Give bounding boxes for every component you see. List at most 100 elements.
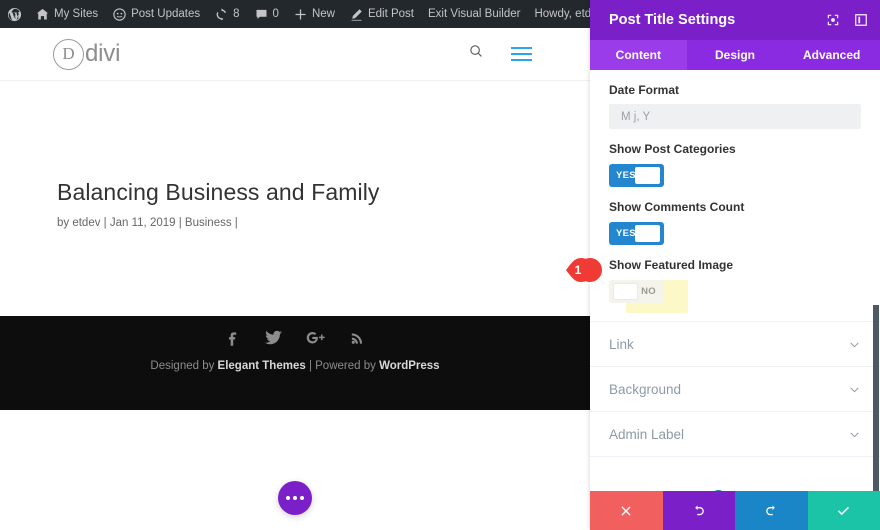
checkmark-icon	[838, 506, 850, 516]
focus-target-button[interactable]	[826, 13, 840, 27]
show-post-categories-toggle-value: YES	[616, 170, 636, 181]
my-sites-icon	[36, 8, 49, 19]
admin-bar-edit-post[interactable]: Edit Post	[342, 0, 421, 28]
post-meta-author[interactable]: etdev	[72, 217, 100, 229]
accordion-link[interactable]: Link	[590, 322, 880, 367]
panel-scrollbar[interactable]	[873, 305, 879, 491]
search-icon	[470, 45, 482, 57]
footer-credit-middle: | Powered by	[305, 360, 380, 372]
admin-bar-comments-count: 0	[272, 8, 279, 20]
post-meta-date: Jan 11, 2019	[109, 217, 176, 229]
show-post-categories-toggle[interactable]: YES	[609, 164, 664, 187]
wordpress-logo-icon	[7, 7, 22, 21]
accordion-background[interactable]: Background	[590, 367, 880, 412]
focus-target-icon	[827, 14, 839, 26]
footer-credit-prefix: Designed by	[150, 360, 218, 372]
post-meta-author-prefix: by	[57, 217, 73, 229]
twitter-icon	[264, 330, 283, 345]
panel-tabs: Content Design Advanced	[590, 40, 880, 70]
site-footer: Designed by Elegant Themes | Powered by …	[0, 316, 590, 410]
facebook-icon	[228, 332, 237, 346]
field-label-show-featured-image: Show Featured Image	[609, 258, 734, 272]
date-format-input[interactable]: M j, Y	[609, 104, 861, 129]
page-title: Balancing Business and Family	[57, 179, 380, 205]
panel-footer	[590, 491, 880, 530]
admin-bar-wordpress-logo[interactable]	[0, 0, 28, 28]
field-show-comments-count: Show Comments Count YES	[590, 187, 880, 245]
admin-bar-updates[interactable]: 8	[207, 0, 246, 28]
accordion-background-label: Background	[609, 381, 682, 397]
annotation-marker-number: 1	[574, 263, 582, 277]
header-actions	[468, 43, 532, 65]
chevron-down-icon	[848, 383, 861, 396]
admin-bar-updates-count: 8	[233, 8, 240, 20]
google-plus-link[interactable]	[305, 328, 327, 348]
field-label-show-comments-count: Show Comments Count	[609, 200, 745, 214]
field-show-post-categories: Show Post Categories YES	[590, 129, 880, 187]
tab-advanced[interactable]: Advanced	[783, 40, 880, 70]
chevron-down-icon	[848, 338, 861, 351]
plus-icon	[295, 9, 306, 19]
discard-button[interactable]	[590, 491, 663, 530]
toggle-knob	[635, 225, 660, 242]
save-button[interactable]	[807, 491, 880, 530]
site-search-button[interactable]	[468, 43, 485, 65]
hamburger-menu-icon[interactable]	[511, 46, 532, 62]
panel-header: Post Title Settings	[590, 0, 880, 40]
wordpress-admin-bar: My Sites Post Updates 8 0 New Edit Post …	[0, 0, 656, 28]
field-show-featured-image: Show Featured Image NO	[590, 245, 880, 313]
divi-logo-mark: D	[53, 38, 84, 70]
facebook-link[interactable]	[224, 328, 241, 348]
field-label-date-format: Date Format	[609, 83, 680, 97]
undo-button[interactable]	[662, 491, 735, 530]
divi-builder-fab[interactable]	[278, 481, 312, 515]
panel-layout-button[interactable]	[854, 13, 868, 27]
google-plus-icon	[306, 332, 325, 344]
screenshot-root: My Sites Post Updates 8 0 New Edit Post …	[0, 0, 880, 530]
divi-logo[interactable]: D divi	[53, 38, 121, 70]
help-link[interactable]: ? Help	[590, 490, 880, 491]
chevron-down-icon	[848, 428, 861, 441]
redo-arrow-icon	[765, 505, 775, 516]
twitter-link[interactable]	[263, 328, 283, 348]
show-featured-image-toggle-value: NO	[641, 286, 656, 297]
post-updates-icon	[113, 7, 126, 21]
help-label: Help	[733, 491, 759, 492]
pencil-icon	[351, 8, 362, 21]
comments-icon	[256, 9, 267, 19]
post-meta-sep-3: |	[231, 217, 238, 229]
admin-bar-my-sites-label: My Sites	[54, 8, 99, 20]
undo-arrow-icon	[695, 505, 705, 516]
admin-bar-new[interactable]: New	[286, 0, 342, 28]
rss-icon	[351, 333, 363, 344]
post-meta: by etdev | Jan 11, 2019 | Business |	[57, 217, 590, 229]
footer-credit-brand[interactable]: Elegant Themes	[218, 360, 306, 372]
admin-bar-post-updates-label: Post Updates	[131, 8, 201, 20]
footer-credit: Designed by Elegant Themes | Powered by …	[0, 360, 590, 372]
divi-logo-text: divi	[85, 40, 121, 67]
admin-bar-post-updates[interactable]: Post Updates	[105, 0, 207, 28]
admin-bar-new-label: New	[311, 8, 335, 20]
show-comments-count-toggle[interactable]: YES	[609, 222, 664, 245]
post-meta-category[interactable]: Business	[185, 217, 232, 229]
rss-link[interactable]	[349, 328, 366, 348]
tab-design[interactable]: Design	[686, 40, 784, 70]
toggle-knob	[613, 283, 638, 300]
admin-bar-exit-visual-builder[interactable]: Exit Visual Builder	[421, 0, 527, 28]
admin-bar-exit-label: Exit Visual Builder	[428, 8, 521, 20]
show-featured-image-toggle[interactable]: NO	[609, 280, 664, 303]
tab-content[interactable]: Content	[590, 40, 687, 70]
admin-bar-my-sites[interactable]: My Sites	[28, 0, 105, 28]
admin-bar-comments[interactable]: 0	[247, 0, 286, 28]
accordion-admin-label[interactable]: Admin Label	[590, 412, 880, 457]
accordion-admin-label-label: Admin Label	[609, 426, 685, 442]
site-navigation-header: D divi	[0, 28, 590, 81]
post-content: Balancing Business and Family by etdev |…	[0, 80, 590, 229]
redo-button[interactable]	[735, 491, 808, 530]
social-links	[0, 316, 590, 348]
show-comments-count-toggle-value: YES	[616, 228, 636, 239]
post-meta-sep-2: |	[175, 217, 185, 229]
footer-credit-platform[interactable]: WordPress	[379, 360, 440, 372]
toggle-knob	[635, 167, 660, 184]
close-x-icon	[621, 505, 631, 516]
